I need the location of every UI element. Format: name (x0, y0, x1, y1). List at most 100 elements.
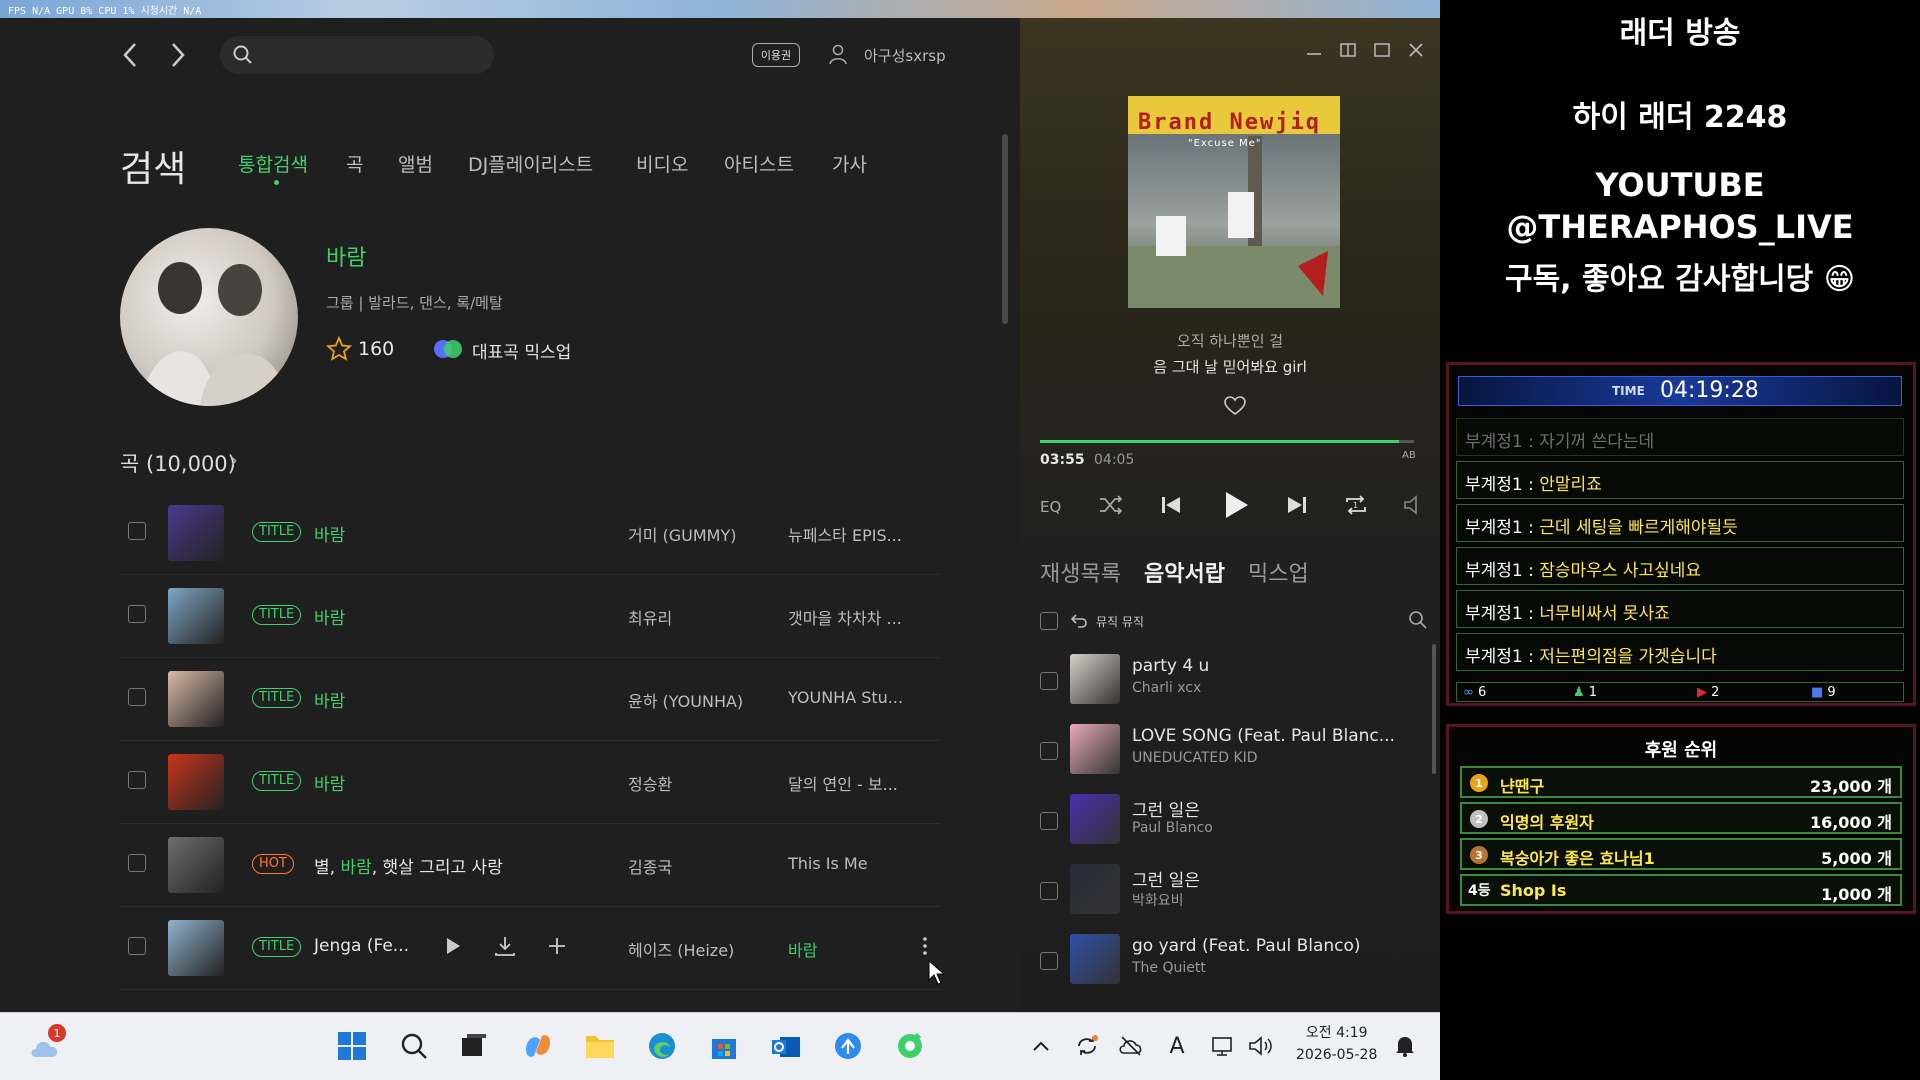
song-album[interactable]: 바람 (788, 937, 817, 961)
eq-button[interactable]: EQ (1040, 498, 1061, 516)
store-icon[interactable] (706, 1028, 742, 1064)
song-artist[interactable]: 거미 (GUMMY) (628, 522, 737, 546)
album-thumbnail[interactable] (168, 837, 224, 893)
network-icon[interactable] (1208, 1028, 1238, 1064)
chevron-up-icon[interactable] (1026, 1028, 1056, 1064)
more-options-icon[interactable] (920, 933, 930, 959)
queue-scrollbar[interactable] (1432, 644, 1436, 774)
scrollbar[interactable] (1002, 134, 1008, 324)
song-title[interactable]: 바람 (314, 770, 345, 795)
file-explorer-icon[interactable] (582, 1028, 618, 1064)
album-thumbnail[interactable] (168, 588, 224, 644)
song-artist[interactable]: 정승환 (628, 771, 672, 795)
song-title[interactable]: Jenga (Fe... (314, 936, 409, 956)
heart-icon[interactable] (1224, 396, 1246, 416)
song-album[interactable]: This Is Me (788, 854, 868, 873)
queue-title[interactable]: 그런 일은 (1132, 866, 1200, 891)
queue-title[interactable]: party 4 u (1132, 656, 1209, 676)
user-name[interactable]: 아구성sxrsp (864, 45, 946, 66)
notification-bell-icon[interactable] (1390, 1028, 1420, 1064)
pass-button[interactable]: 이용권 (752, 43, 800, 67)
queue-artist[interactable]: Paul Blanco (1132, 820, 1213, 836)
search-input[interactable] (220, 36, 494, 74)
no-sync-cloud-icon[interactable] (1116, 1028, 1146, 1064)
song-row[interactable]: TITLE 바람 윤하 (YOUNHA) YOUNHA Stu... (120, 658, 940, 741)
queue-checkbox[interactable] (1040, 882, 1058, 900)
queue-thumbnail[interactable] (1070, 934, 1120, 984)
download-icon[interactable] (492, 933, 518, 959)
queue-checkbox[interactable] (1040, 812, 1058, 830)
lyric-current[interactable]: 음 그대 날 믿어봐요 girl (1020, 356, 1440, 377)
back-arrow-icon[interactable] (118, 40, 142, 70)
task-view-icon[interactable] (456, 1028, 492, 1064)
tab-albums[interactable]: 앨범 (398, 150, 433, 177)
row-checkbox[interactable] (128, 688, 146, 706)
album-thumbnail[interactable] (168, 754, 224, 810)
row-checkbox[interactable] (128, 854, 146, 872)
search-icon[interactable] (232, 44, 254, 66)
artist-name[interactable]: 바람 (326, 240, 366, 272)
song-title[interactable]: 바람 (314, 604, 345, 629)
artist-photo[interactable] (120, 228, 298, 406)
queue-item[interactable]: LOVE SONG (Feat. Paul Blanc... UNEDUCATED… (1040, 718, 1430, 788)
my-music-label[interactable]: 뮤직 뮤직 (1096, 613, 1144, 630)
queue-checkbox[interactable] (1040, 952, 1058, 970)
queue-artist[interactable]: The Quiett (1132, 960, 1206, 976)
queue-artist[interactable]: UNEDUCATED KID (1132, 750, 1258, 766)
song-artist[interactable]: 윤하 (YOUNHA) (628, 688, 743, 712)
tab-all[interactable]: 통합검색 (238, 150, 308, 177)
row-checkbox[interactable] (128, 522, 146, 540)
tab-artist[interactable]: 아티스트 (724, 150, 794, 177)
select-all-checkbox[interactable] (1040, 612, 1058, 630)
tab-lyrics[interactable]: 가사 (832, 150, 867, 177)
remote-app-icon[interactable] (830, 1028, 866, 1064)
tab-songs[interactable]: 곡 (346, 150, 363, 177)
album-thumbnail[interactable] (168, 505, 224, 561)
search-icon[interactable] (1408, 610, 1428, 630)
row-checkbox[interactable] (128, 605, 146, 623)
song-row[interactable]: TITLE 바람 최유리 갯마을 차차차 ... (120, 575, 940, 658)
song-album[interactable]: 달의 연인 - 보... (788, 771, 898, 795)
song-album[interactable]: 뉴페스타 EPIS... (788, 522, 902, 546)
queue-thumbnail[interactable] (1070, 864, 1120, 914)
ab-repeat-button[interactable]: AB (1402, 450, 1416, 461)
add-icon[interactable] (544, 933, 570, 959)
queue-checkbox[interactable] (1040, 672, 1058, 690)
song-artist[interactable]: 최유리 (628, 605, 672, 629)
queue-item[interactable]: party 4 u Charli xcx (1040, 648, 1430, 718)
copilot-icon[interactable] (520, 1028, 556, 1064)
progress-fill[interactable] (1040, 440, 1399, 443)
sync-icon[interactable] (1072, 1028, 1102, 1064)
album-thumbnail[interactable] (168, 671, 224, 727)
taskbar-clock[interactable]: 오전 4:19 2026-05-28 (1296, 1022, 1377, 1066)
minimize-icon[interactable] (1304, 40, 1324, 60)
album-thumbnail[interactable] (168, 920, 224, 976)
speaker-icon[interactable] (1246, 1028, 1276, 1064)
lyric-previous[interactable]: 오직 하나뿐인 걸 (1020, 330, 1440, 351)
song-album[interactable]: 갯마을 차차차 ... (788, 605, 902, 629)
star-icon[interactable] (325, 335, 353, 362)
outlook-icon[interactable] (768, 1028, 804, 1064)
forward-arrow-icon[interactable] (166, 40, 190, 70)
song-title[interactable]: 별, 바람, 햇살 그리고 사랑 (314, 853, 503, 878)
tab-playlist[interactable]: 재생목록 (1040, 556, 1121, 588)
queue-thumbnail[interactable] (1070, 724, 1120, 774)
queue-item[interactable]: go yard (Feat. Paul Blanco) The Quiett (1040, 928, 1430, 998)
play-icon[interactable] (1218, 488, 1252, 518)
queue-item[interactable]: 그런 일은 Paul Blanco (1040, 788, 1430, 858)
shuffle-icon[interactable] (1098, 492, 1124, 522)
queue-item[interactable]: 그런 일은 박화요비 (1040, 858, 1430, 928)
previous-icon[interactable] (1158, 492, 1184, 522)
tab-video[interactable]: 비디오 (636, 150, 688, 177)
song-album[interactable]: YOUNHA Stu... (788, 688, 903, 707)
queue-artist[interactable]: Charli xcx (1132, 680, 1201, 696)
chevron-right-icon[interactable]: › (230, 448, 238, 472)
song-row[interactable]: TITLE 바람 거미 (GUMMY) 뉴페스타 EPIS... (120, 492, 940, 575)
search-icon[interactable] (396, 1028, 432, 1064)
queue-thumbnail[interactable] (1070, 654, 1120, 704)
undo-icon[interactable] (1070, 612, 1088, 630)
queue-title[interactable]: 그런 일은 (1132, 796, 1200, 821)
windows-start-icon[interactable] (334, 1028, 370, 1064)
song-artist[interactable]: 헤이즈 (Heize) (628, 937, 734, 961)
volume-icon[interactable] (1402, 492, 1424, 522)
